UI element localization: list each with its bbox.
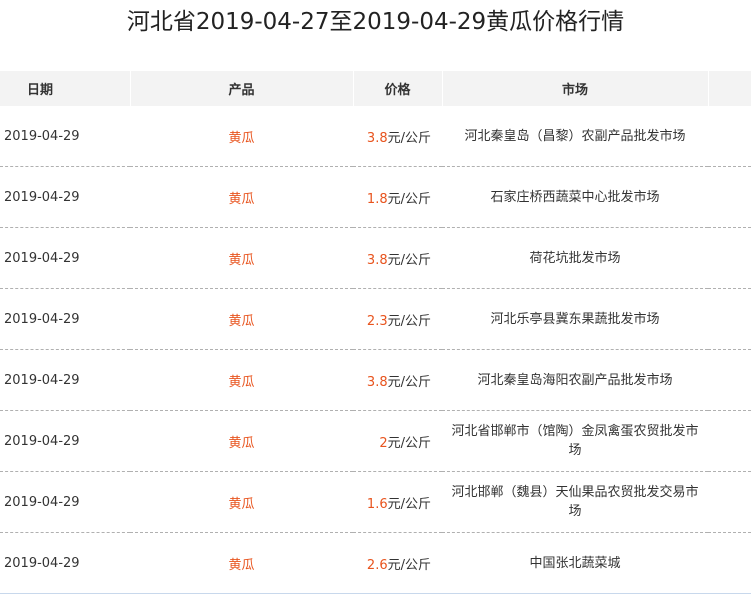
price-unit: 元/公斤 [387,313,431,329]
row-blank [708,410,751,472]
row-date: 2019-04-29 [0,410,130,472]
price-unit: 元/公斤 [387,252,431,268]
row-market: 河北秦皇岛（昌黎）农副产品批发市场 [442,106,708,167]
row-market: 河北邯郸（魏县）天仙果品农贸批发交易市场 [442,471,708,533]
column-header-blank [708,71,751,106]
table-row: 2019-04-29 黄瓜 2.6元/公斤 中国张北蔬菜城 [0,532,751,594]
price-unit: 元/公斤 [387,435,431,451]
table-header-row: 日期 产品 价格 市场 [0,71,751,106]
price-unit: 元/公斤 [387,191,431,207]
row-date: 2019-04-29 [0,532,130,594]
row-blank [708,227,751,289]
row-date: 2019-04-29 [0,471,130,533]
price-table: 日期 产品 价格 市场 2019-04-29 黄瓜 3.8元/公斤 河北秦皇岛（… [0,71,751,594]
row-blank [708,166,751,228]
row-product: 黄瓜 [130,227,353,289]
row-blank [708,349,751,411]
row-market: 荷花坑批发市场 [442,227,708,289]
row-product: 黄瓜 [130,471,353,533]
row-price: 3.8元/公斤 [353,349,442,411]
price-unit: 元/公斤 [387,130,431,146]
row-blank [708,106,751,167]
row-product: 黄瓜 [130,106,353,167]
row-price: 2.3元/公斤 [353,288,442,350]
row-price: 1.6元/公斤 [353,471,442,533]
table-row: 2019-04-29 黄瓜 2.3元/公斤 河北乐亭县冀东果蔬批发市场 [0,288,751,350]
row-price: 2.6元/公斤 [353,532,442,594]
row-product: 黄瓜 [130,349,353,411]
price-value: 2.3 [366,313,388,329]
price-value: 2.6 [366,557,388,573]
table-row: 2019-04-29 黄瓜 3.8元/公斤 荷花坑批发市场 [0,227,751,289]
table-row: 2019-04-29 黄瓜 2元/公斤 河北省邯郸市（馆陶）金凤禽蛋农贸批发市场 [0,410,751,472]
row-price: 3.8元/公斤 [353,106,442,167]
column-header-price: 价格 [353,71,443,106]
price-value: 2 [379,435,388,451]
row-price: 3.8元/公斤 [353,227,442,289]
column-header-date: 日期 [0,71,131,106]
row-market: 中国张北蔬菜城 [442,532,708,594]
column-header-market: 市场 [442,71,709,106]
column-header-product: 产品 [130,71,354,106]
row-product: 黄瓜 [130,166,353,228]
row-date: 2019-04-29 [0,349,130,411]
table-row: 2019-04-29 黄瓜 1.8元/公斤 石家庄桥西蔬菜中心批发市场 [0,166,751,228]
row-price: 2元/公斤 [353,410,442,472]
row-market: 河北秦皇岛海阳农副产品批发市场 [442,349,708,411]
row-date: 2019-04-29 [0,288,130,350]
row-date: 2019-04-29 [0,106,130,167]
row-product: 黄瓜 [130,532,353,594]
row-blank [708,532,751,594]
row-product: 黄瓜 [130,410,353,472]
row-market: 河北乐亭县冀东果蔬批发市场 [442,288,708,350]
price-value: 3.8 [366,374,388,390]
price-unit: 元/公斤 [387,374,431,390]
price-value: 3.8 [366,252,388,268]
row-date: 2019-04-29 [0,166,130,228]
row-blank [708,288,751,350]
row-price: 1.8元/公斤 [353,166,442,228]
price-value: 1.6 [366,496,388,512]
page-title: 河北省2019-04-27至2019-04-29黄瓜价格行情 [126,9,625,35]
table-row: 2019-04-29 黄瓜 1.6元/公斤 河北邯郸（魏县）天仙果品农贸批发交易… [0,471,751,533]
price-unit: 元/公斤 [387,557,431,573]
table-row: 2019-04-29 黄瓜 3.8元/公斤 河北秦皇岛（昌黎）农副产品批发市场 [0,106,751,167]
row-product: 黄瓜 [130,288,353,350]
row-date: 2019-04-29 [0,227,130,289]
row-market: 石家庄桥西蔬菜中心批发市场 [442,166,708,228]
row-blank [708,471,751,533]
price-unit: 元/公斤 [387,496,431,512]
table-row: 2019-04-29 黄瓜 3.8元/公斤 河北秦皇岛海阳农副产品批发市场 [0,349,751,411]
price-value: 3.8 [366,130,388,146]
price-value: 1.8 [366,191,388,207]
row-market: 河北省邯郸市（馆陶）金凤禽蛋农贸批发市场 [442,410,708,472]
